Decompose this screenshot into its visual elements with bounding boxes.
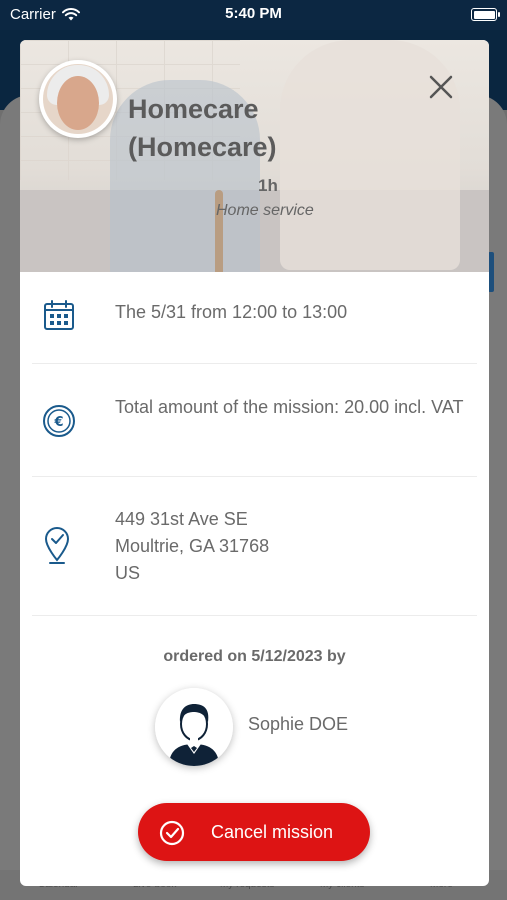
cancel-mission-label: Cancel mission [211,822,334,842]
location-pin-icon [44,527,70,564]
check-circle-icon [159,820,185,846]
schedule-row: The 5/31 from 12:00 to 13:00 [32,272,477,364]
amount-row: € Total amount of the mission: 20.00 inc… [32,364,477,477]
mission-duration: 1h [258,176,278,195]
close-icon [429,75,453,99]
address-row: 449 31st Ave SE Moultrie, GA 31768 US [32,477,477,616]
ordered-info: ordered on 5/12/2023 by [163,648,346,665]
amount-text: Total amount of the mission: 20.00 incl.… [115,397,464,417]
client-avatar [155,688,233,766]
address-text: 449 31st Ave SE Moultrie, GA 31768 US [115,509,270,583]
close-button[interactable] [426,72,456,102]
mission-detail-modal: Homecare (Homecare) 1h Home service The … [20,40,489,886]
svg-text:€: € [53,415,63,430]
battery-icon [471,8,500,21]
schedule-text: The 5/31 from 12:00 to 13:00 [115,302,348,322]
mission-title: Homecare (Homecare) [128,94,277,162]
calendar-icon [44,300,74,330]
euro-icon: € [43,405,75,437]
status-time: 5:40 PM [225,5,282,22]
client-name: Sophie DOE [248,714,349,734]
user-avatar-icon [155,688,233,766]
status-bar: Carrier 5:40 PM [0,0,507,30]
beneficiary-avatar [39,60,117,138]
mission-service-type: Home service [216,202,314,219]
cancel-mission-button[interactable]: Cancel mission [138,803,370,861]
mission-header: Homecare (Homecare) 1h Home service [20,40,489,272]
